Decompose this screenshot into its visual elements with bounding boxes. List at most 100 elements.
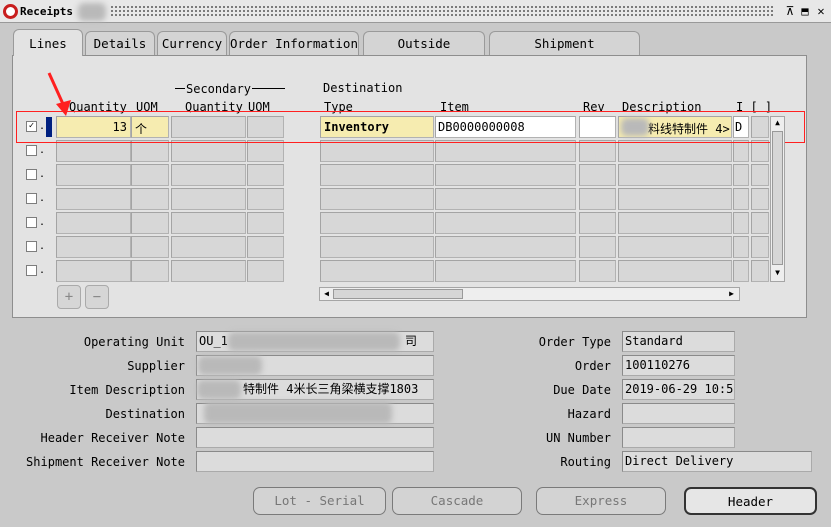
annotation-arrow-icon [47, 72, 71, 116]
shipment-receiver-note-field[interactable] [196, 451, 434, 472]
order-type-field[interactable]: Standard [622, 331, 735, 352]
grid-cell[interactable] [579, 140, 616, 162]
grid-cell[interactable] [131, 164, 169, 186]
grid-cell[interactable] [56, 140, 131, 162]
grid-cell[interactable] [579, 260, 616, 282]
grid-cell[interactable] [56, 236, 131, 258]
grid-cell[interactable] [733, 140, 749, 162]
grid-cell[interactable] [171, 212, 246, 234]
row-select-checkbox[interactable] [26, 217, 37, 228]
scroll-right-icon[interactable]: ▶ [726, 288, 737, 300]
hazard-field[interactable] [622, 403, 735, 424]
grid-cell[interactable] [733, 164, 749, 186]
add-row-button[interactable]: + [57, 285, 81, 309]
grid-cell[interactable] [320, 164, 434, 186]
operating-unit-value: OU_1 [199, 334, 228, 348]
grid-cell[interactable] [733, 188, 749, 210]
grid-cell[interactable] [733, 236, 749, 258]
header-button[interactable]: Header [684, 487, 817, 515]
grid-cell[interactable] [751, 164, 769, 186]
express-button[interactable]: Express [536, 487, 666, 515]
tab-outside-services[interactable]: Outside Services [363, 31, 485, 74]
vertical-scroll-thumb[interactable] [772, 131, 783, 265]
grid-cell[interactable] [247, 236, 284, 258]
lot-serial-button[interactable]: Lot - Serial [253, 487, 386, 515]
grid-cell[interactable] [733, 260, 749, 282]
order-field[interactable]: 100110276 [622, 355, 735, 376]
minimize-icon[interactable]: ⊼ [783, 3, 797, 19]
grid-cell[interactable] [618, 236, 732, 258]
grid-cell[interactable] [247, 188, 284, 210]
grid-cell[interactable] [435, 212, 576, 234]
grid-cell[interactable] [751, 140, 769, 162]
col-group-secondary: Secondary [185, 82, 253, 96]
scroll-up-icon[interactable]: ▲ [772, 118, 783, 129]
grid-cell[interactable] [247, 140, 284, 162]
remove-row-button[interactable]: − [85, 285, 109, 309]
grid-cell[interactable] [579, 188, 616, 210]
un-number-field[interactable] [622, 427, 735, 448]
grid-cell[interactable] [131, 212, 169, 234]
grid-cell[interactable] [618, 140, 732, 162]
grid-cell[interactable] [247, 260, 284, 282]
grid-cell[interactable] [171, 236, 246, 258]
grid-cell[interactable] [171, 140, 246, 162]
row-select-checkbox[interactable] [26, 241, 37, 252]
grid-cell[interactable] [751, 260, 769, 282]
row-select-checkbox[interactable] [26, 265, 37, 276]
grid-cell[interactable] [751, 212, 769, 234]
close-icon[interactable]: ✕ [814, 3, 828, 19]
routing-field[interactable]: Direct Delivery [622, 451, 812, 472]
grid-cell[interactable] [320, 212, 434, 234]
grid-cell[interactable] [131, 140, 169, 162]
due-date-field[interactable]: 2019-06-29 10:51 [622, 379, 735, 400]
grid-cell[interactable] [247, 164, 284, 186]
scroll-down-icon[interactable]: ▼ [772, 268, 783, 279]
horizontal-scroll-thumb[interactable] [333, 289, 463, 299]
grid-cell[interactable] [56, 260, 131, 282]
grid-cell[interactable] [435, 140, 576, 162]
cascade-button[interactable]: Cascade [392, 487, 522, 515]
grid-cell[interactable] [618, 188, 732, 210]
grid-cell[interactable] [320, 188, 434, 210]
grid-cell[interactable] [171, 260, 246, 282]
grid-cell[interactable] [579, 212, 616, 234]
grid-cell[interactable] [320, 236, 434, 258]
grid-cell[interactable] [131, 236, 169, 258]
grid-cell[interactable] [131, 188, 169, 210]
vertical-scrollbar[interactable]: ▲ ▼ [770, 116, 785, 282]
grid-cell[interactable] [171, 164, 246, 186]
grid-cell[interactable] [751, 188, 769, 210]
grid-cell[interactable] [131, 260, 169, 282]
tab-lines[interactable]: Lines [13, 29, 83, 56]
grid-cell[interactable] [579, 164, 616, 186]
grid-cell[interactable] [751, 236, 769, 258]
row-select-checkbox[interactable] [26, 145, 37, 156]
scroll-left-icon[interactable]: ◀ [321, 288, 332, 300]
grid-cell[interactable] [435, 188, 576, 210]
grid-cell[interactable] [618, 260, 732, 282]
grid-cell[interactable] [56, 212, 131, 234]
horizontal-scrollbar[interactable]: ◀ ▶ [319, 287, 740, 301]
tab-shipment-information[interactable]: Shipment Information [489, 31, 640, 74]
grid-cell[interactable] [56, 188, 131, 210]
row-select-checkbox[interactable] [26, 169, 37, 180]
header-receiver-note-field[interactable] [196, 427, 434, 448]
grid-cell[interactable] [435, 260, 576, 282]
grid-cell[interactable] [247, 212, 284, 234]
grid-cell[interactable] [618, 164, 732, 186]
grid-cell[interactable] [435, 236, 576, 258]
grid-cell[interactable] [171, 188, 246, 210]
row-select-checkbox[interactable] [26, 193, 37, 204]
grid-cell[interactable] [733, 212, 749, 234]
grid-cell[interactable] [579, 236, 616, 258]
grid-cell[interactable] [618, 212, 732, 234]
grid-cell[interactable] [56, 164, 131, 186]
grid-cell[interactable] [435, 164, 576, 186]
tab-order-information[interactable]: Order Information [229, 31, 359, 55]
tab-currency[interactable]: Currency [157, 31, 227, 55]
grid-cell[interactable] [320, 260, 434, 282]
restore-icon[interactable]: ⬒ [798, 3, 812, 19]
tab-details[interactable]: Details [85, 31, 155, 55]
grid-cell[interactable] [320, 140, 434, 162]
